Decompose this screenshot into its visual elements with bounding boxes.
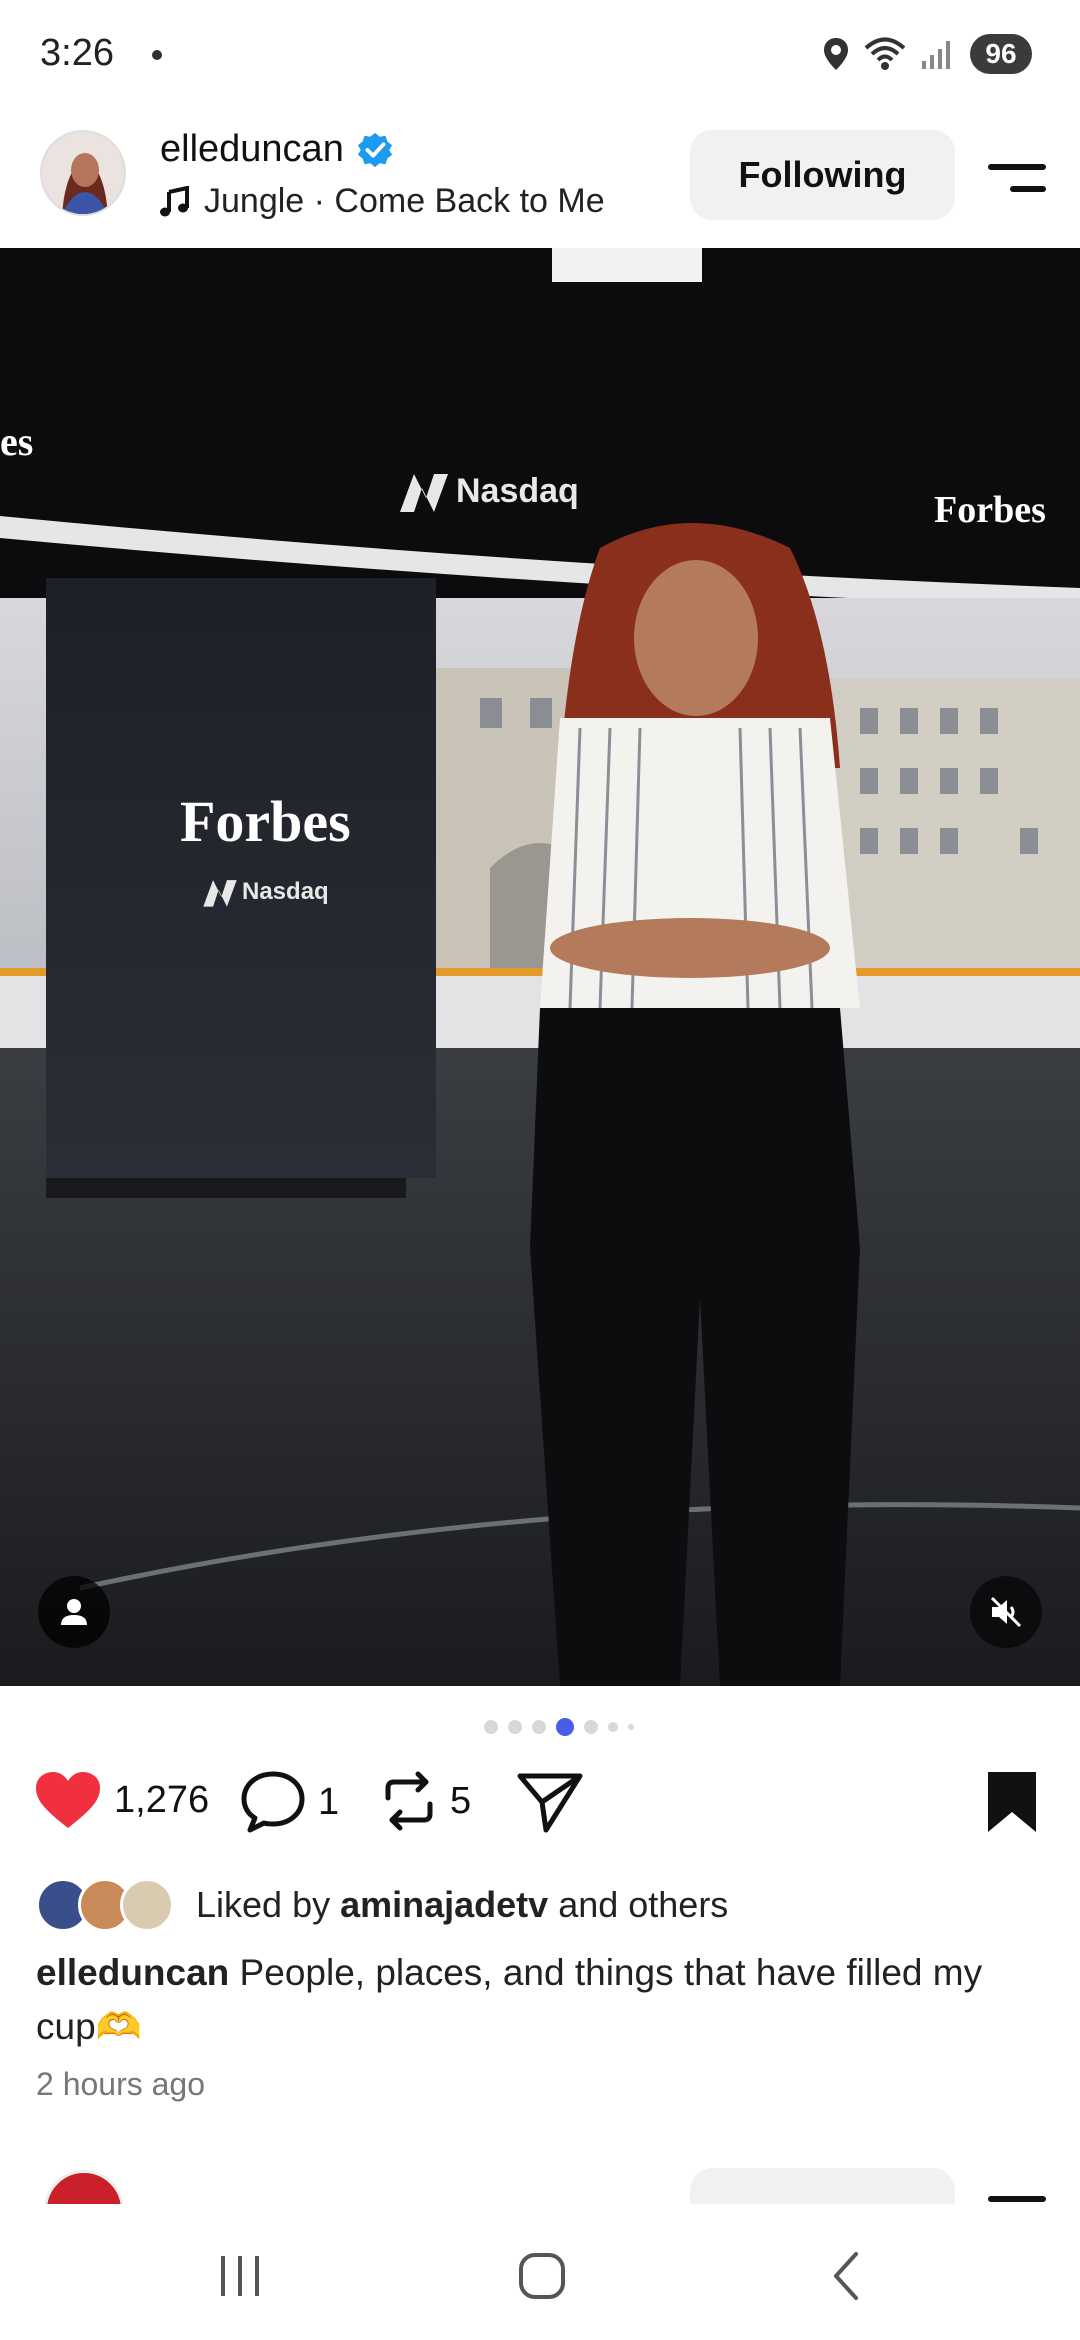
battery-level: 96 xyxy=(970,34,1032,74)
share-action[interactable] xyxy=(516,1770,584,1834)
pager-dot xyxy=(608,1722,618,1732)
status-time: 3:26 xyxy=(40,32,114,74)
overlay-nasdaq-top: Nasdaq xyxy=(396,468,579,514)
pager-dot-active xyxy=(556,1718,574,1736)
post-timestamp: 2 hours ago xyxy=(36,2066,206,2102)
pager-dot xyxy=(484,1720,498,1734)
location-icon xyxy=(824,38,848,70)
share-icon[interactable] xyxy=(516,1770,584,1834)
next-post-avatar[interactable] xyxy=(44,2170,124,2204)
recents-button[interactable] xyxy=(200,2236,280,2316)
liker-avatar xyxy=(120,1878,174,1932)
audio-row[interactable]: Jungle · Come Back to Me xyxy=(160,182,605,221)
carousel-pager xyxy=(484,1718,634,1736)
back-button[interactable] xyxy=(806,2236,886,2316)
person-icon xyxy=(61,1599,87,1625)
recents-icon[interactable] xyxy=(217,2254,263,2298)
nasdaq-logo-icon xyxy=(400,474,448,512)
caption-username[interactable]: elleduncan xyxy=(36,1952,229,1993)
comment-action[interactable]: 1 xyxy=(240,1770,339,1834)
home-button[interactable] xyxy=(502,2236,582,2316)
comment-icon[interactable] xyxy=(240,1770,306,1834)
system-nav-bar xyxy=(0,2206,1080,2340)
post-caption: elleduncan People, places, and things th… xyxy=(36,1946,1046,2054)
home-icon[interactable] xyxy=(517,2251,567,2301)
status-bar: 3:26 96 xyxy=(0,0,1080,110)
username-row[interactable]: elleduncan xyxy=(160,128,394,171)
overlay-forbes-left: es xyxy=(0,419,34,464)
user-tags-button[interactable] xyxy=(38,1576,110,1648)
back-icon[interactable] xyxy=(826,2250,866,2302)
notification-dot-icon xyxy=(152,50,162,60)
post-photo[interactable]: es Nasdaq Forbes Forbes Nasdaq xyxy=(0,248,1080,1686)
pager-dot xyxy=(584,1720,598,1734)
overlay-forbes-right: Forbes xyxy=(934,489,1046,531)
overlay-forbes-panel: Forbes xyxy=(180,789,351,854)
pager-dot xyxy=(628,1724,634,1730)
heart-filled-icon[interactable] xyxy=(34,1770,102,1830)
mute-button[interactable] xyxy=(970,1576,1042,1648)
status-icons: 96 xyxy=(822,34,1032,74)
wifi-icon xyxy=(864,37,906,70)
like-count[interactable]: 1,276 xyxy=(114,1779,209,1822)
next-post-header xyxy=(0,2160,1080,2204)
signal-icon xyxy=(922,41,950,69)
liked-by-user[interactable]: aminajadetv xyxy=(340,1884,548,1925)
nasdaq-logo-icon xyxy=(203,880,237,907)
liked-by-row[interactable]: Liked by aminajadetv and others xyxy=(36,1878,728,1932)
overlay-nasdaq-panel: Nasdaq xyxy=(200,876,329,908)
liker-avatars xyxy=(36,1878,176,1932)
pager-dot xyxy=(508,1720,522,1734)
overlay-nasdaq-top-text: Nasdaq xyxy=(456,471,579,510)
repost-count[interactable]: 5 xyxy=(450,1780,471,1823)
next-post-menu-icon[interactable] xyxy=(988,2196,1046,2202)
like-action[interactable]: 1,276 xyxy=(34,1770,209,1830)
comment-count[interactable]: 1 xyxy=(318,1781,339,1824)
music-note-icon xyxy=(160,185,189,216)
speaker-muted-icon xyxy=(990,1596,1022,1628)
save-action[interactable] xyxy=(986,1770,1038,1834)
audio-track[interactable]: Jungle · Come Back to Me xyxy=(204,182,605,221)
post-header: elleduncan Jungle · Come Back to Me Foll… xyxy=(0,118,1080,248)
username[interactable]: elleduncan xyxy=(160,128,344,171)
pager-dot xyxy=(532,1720,546,1734)
user-avatar[interactable] xyxy=(40,130,126,216)
liked-by-text[interactable]: Liked by aminajadetv and others xyxy=(196,1884,728,1926)
bookmark-filled-icon[interactable] xyxy=(986,1770,1038,1834)
repost-action[interactable]: 5 xyxy=(380,1770,471,1832)
post-actions: 1,276 1 5 xyxy=(0,1770,1080,1850)
next-post-follow-button[interactable] xyxy=(690,2168,955,2204)
overlay-nasdaq-panel-text: Nasdaq xyxy=(242,878,329,905)
menu-icon[interactable] xyxy=(988,160,1046,196)
repost-icon[interactable] xyxy=(380,1770,438,1832)
following-button[interactable]: Following xyxy=(690,130,955,220)
verified-badge-icon xyxy=(357,132,392,167)
